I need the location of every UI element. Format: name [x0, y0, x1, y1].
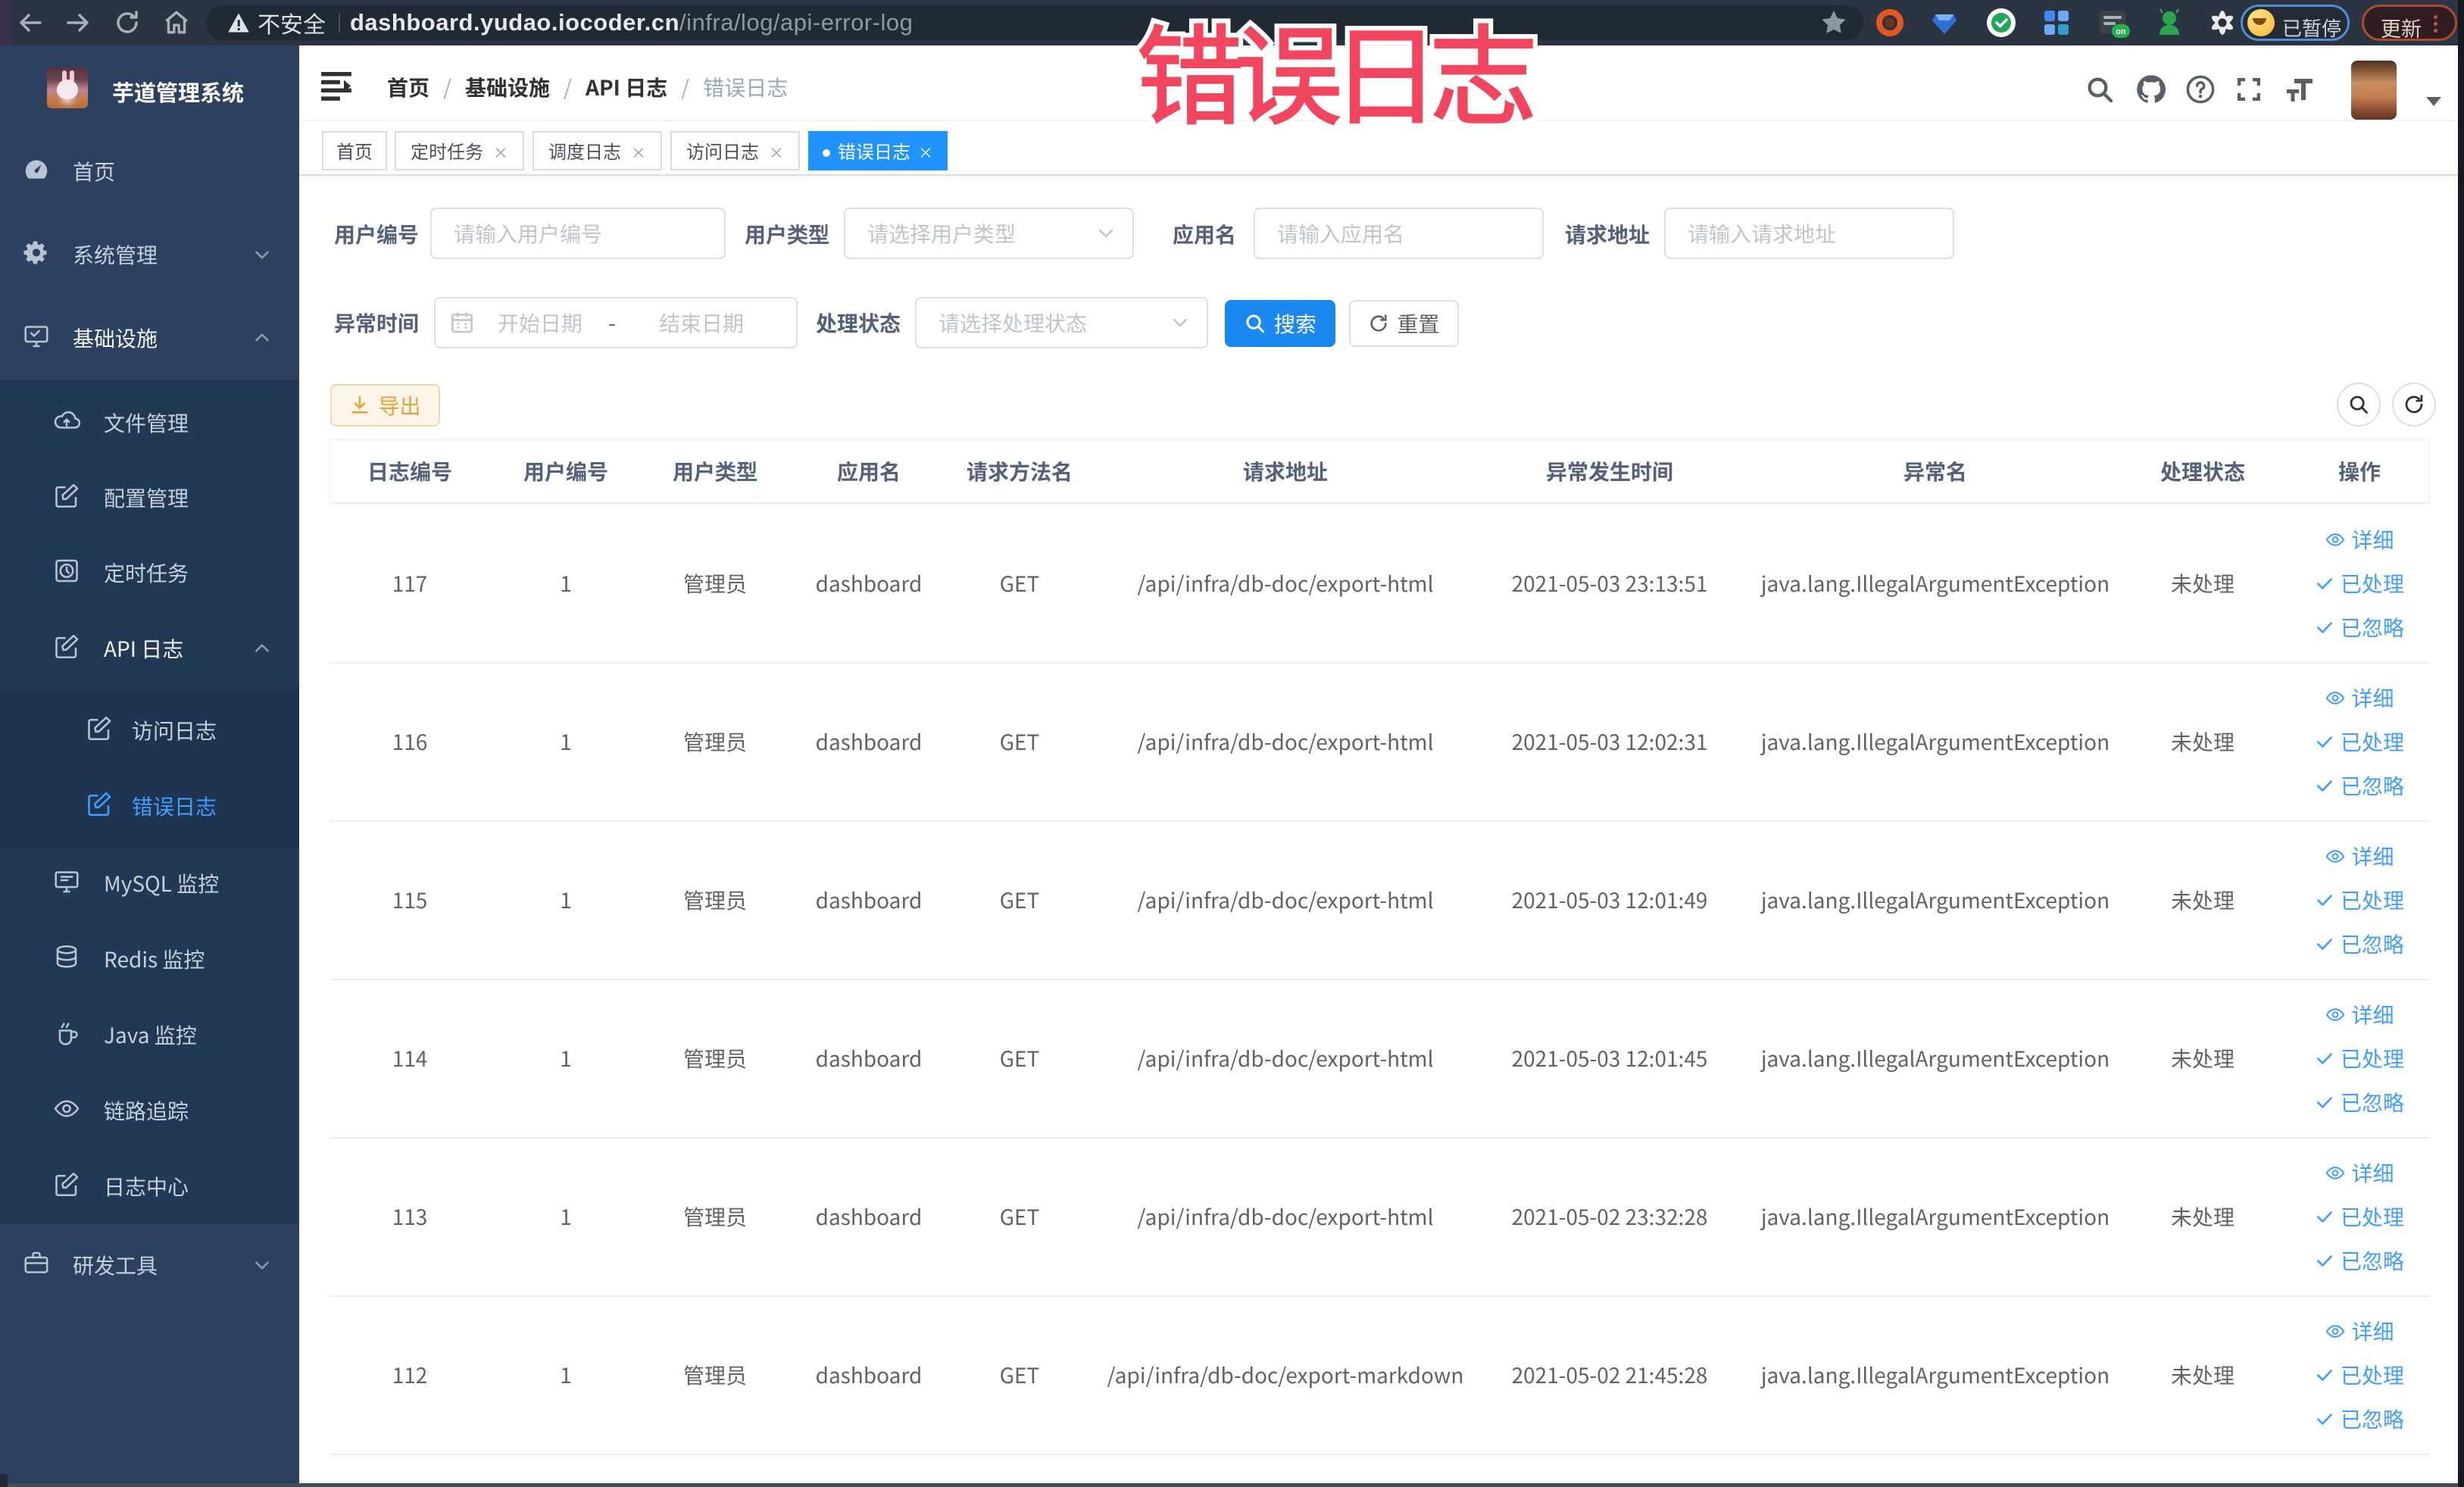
svg-text:on: on — [2116, 27, 2126, 36]
svg-text:错误日志: 错误日志 — [1136, 5, 1532, 147]
